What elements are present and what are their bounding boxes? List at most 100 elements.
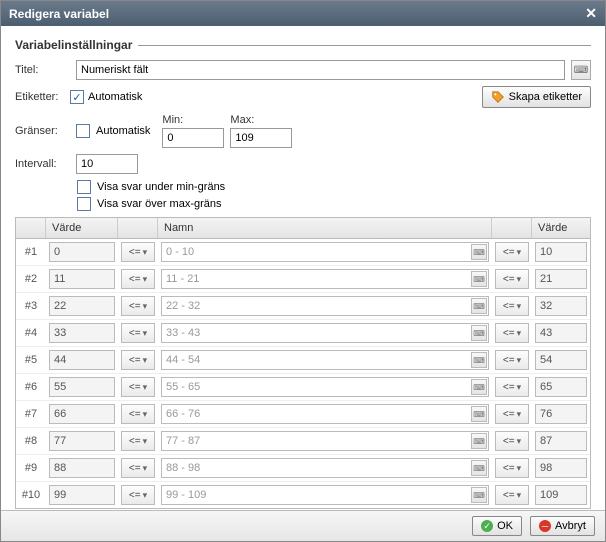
row-value1-cell	[46, 485, 118, 505]
op-dropdown[interactable]: <=▾	[121, 296, 155, 316]
op-dropdown[interactable]: <=▾	[495, 323, 529, 343]
title-input[interactable]	[76, 60, 565, 80]
edit-icon[interactable]: ⌨	[471, 406, 487, 422]
header-op1	[118, 218, 158, 238]
dialog-title: Redigera variabel	[9, 7, 109, 21]
row-value1-input[interactable]	[49, 485, 115, 505]
row-name-input[interactable]	[161, 431, 489, 451]
row-name-input[interactable]	[161, 485, 489, 505]
row-value1-input[interactable]	[49, 404, 115, 424]
row-value2-input[interactable]	[535, 458, 587, 478]
title-label: Titel:	[15, 64, 70, 76]
granser-auto-checkbox[interactable]	[76, 124, 90, 138]
table-row: #5<=▾⌨<=▾	[16, 347, 590, 374]
row-value2-input[interactable]	[535, 404, 587, 424]
cancel-button[interactable]: － Avbryt	[530, 516, 595, 536]
table-row: #10<=▾⌨<=▾	[16, 482, 590, 508]
edit-icon[interactable]: ⌨	[471, 460, 487, 476]
edit-icon[interactable]: ⌨	[471, 298, 487, 314]
row-name-input[interactable]	[161, 458, 489, 478]
intervall-label: Intervall:	[15, 158, 70, 170]
row-value1-input[interactable]	[49, 242, 115, 262]
row-value2-cell	[532, 377, 590, 397]
ranges-table: Värde Namn Värde #1<=▾⌨<=▾#2<=▾⌨<=▾#3<=▾…	[15, 217, 591, 509]
op-dropdown[interactable]: <=▾	[121, 350, 155, 370]
etiketter-auto-label: Automatisk	[88, 91, 142, 103]
row-value2-input[interactable]	[535, 431, 587, 451]
row-value2-input[interactable]	[535, 323, 587, 343]
op-dropdown[interactable]: <=▾	[495, 377, 529, 397]
etiketter-label: Etiketter:	[15, 91, 70, 103]
row-value1-input[interactable]	[49, 350, 115, 370]
row-index: #7	[16, 408, 46, 420]
row-name-input[interactable]	[161, 242, 489, 262]
chevron-down-icon: ▾	[517, 463, 522, 474]
op-dropdown[interactable]: <=▾	[495, 350, 529, 370]
row-name-input[interactable]	[161, 269, 489, 289]
row-index: #4	[16, 327, 46, 339]
row-name-input[interactable]	[161, 350, 489, 370]
edit-icon[interactable]: ⌨	[471, 325, 487, 341]
row-value2-input[interactable]	[535, 296, 587, 316]
row-value1-input[interactable]	[49, 377, 115, 397]
header-value1: Värde	[46, 218, 118, 238]
row-name-input[interactable]	[161, 404, 489, 424]
row-value1-input[interactable]	[49, 458, 115, 478]
etiketter-auto-checkbox[interactable]	[70, 90, 84, 104]
create-labels-button[interactable]: Skapa etiketter	[482, 86, 591, 108]
granser-row: Gränser: Automatisk Min: Max:	[15, 114, 591, 148]
row-name-cell: ⌨	[158, 458, 492, 478]
row-value2-input[interactable]	[535, 350, 587, 370]
row-value2-input[interactable]	[535, 377, 587, 397]
op-dropdown[interactable]: <=▾	[495, 431, 529, 451]
row-value1-input[interactable]	[49, 269, 115, 289]
edit-icon[interactable]: ⌨	[471, 379, 487, 395]
edit-icon[interactable]: ⌨	[471, 433, 487, 449]
intervall-input[interactable]	[76, 154, 138, 174]
op-dropdown[interactable]: <=▾	[121, 458, 155, 478]
op-dropdown[interactable]: <=▾	[121, 485, 155, 505]
chevron-down-icon: ▾	[143, 274, 148, 285]
header-index	[16, 218, 46, 238]
show-above-checkbox[interactable]	[77, 197, 91, 211]
max-column: Max:	[230, 114, 292, 148]
show-below-label: Visa svar under min-gräns	[97, 181, 225, 193]
table-row: #3<=▾⌨<=▾	[16, 293, 590, 320]
op-dropdown[interactable]: <=▾	[121, 323, 155, 343]
row-value1-input[interactable]	[49, 296, 115, 316]
row-value2-input[interactable]	[535, 485, 587, 505]
edit-icon[interactable]: ⌨	[471, 244, 487, 260]
row-name-input[interactable]	[161, 296, 489, 316]
chevron-down-icon: ▾	[143, 328, 148, 339]
row-value2-input[interactable]	[535, 242, 587, 262]
show-below-checkbox[interactable]	[77, 180, 91, 194]
title-row: Titel: ⌨	[15, 60, 591, 80]
row-op2-cell: <=▾	[492, 431, 532, 451]
op-dropdown[interactable]: <=▾	[495, 458, 529, 478]
op-dropdown[interactable]: <=▾	[495, 404, 529, 424]
row-name-input[interactable]	[161, 323, 489, 343]
title-edit-icon[interactable]: ⌨	[571, 60, 591, 80]
op-dropdown[interactable]: <=▾	[495, 485, 529, 505]
row-op2-cell: <=▾	[492, 404, 532, 424]
op-dropdown[interactable]: <=▾	[495, 269, 529, 289]
op-dropdown[interactable]: <=▾	[121, 431, 155, 451]
edit-icon[interactable]: ⌨	[471, 352, 487, 368]
op-dropdown[interactable]: <=▾	[121, 377, 155, 397]
close-icon[interactable]: ✕	[585, 5, 597, 22]
edit-icon[interactable]: ⌨	[471, 271, 487, 287]
row-value1-input[interactable]	[49, 323, 115, 343]
op-dropdown[interactable]: <=▾	[121, 404, 155, 424]
op-dropdown[interactable]: <=▾	[121, 269, 155, 289]
op-dropdown[interactable]: <=▾	[495, 242, 529, 262]
row-value2-input[interactable]	[535, 269, 587, 289]
op-dropdown[interactable]: <=▾	[495, 296, 529, 316]
min-input[interactable]	[162, 128, 224, 148]
row-value1-input[interactable]	[49, 431, 115, 451]
ok-button[interactable]: ✓ OK	[472, 516, 522, 536]
max-input[interactable]	[230, 128, 292, 148]
row-name-input[interactable]	[161, 377, 489, 397]
op-dropdown[interactable]: <=▾	[121, 242, 155, 262]
table-row: #4 <=▾ ⌨ <=▾	[16, 320, 590, 347]
edit-icon[interactable]: ⌨	[471, 487, 487, 503]
